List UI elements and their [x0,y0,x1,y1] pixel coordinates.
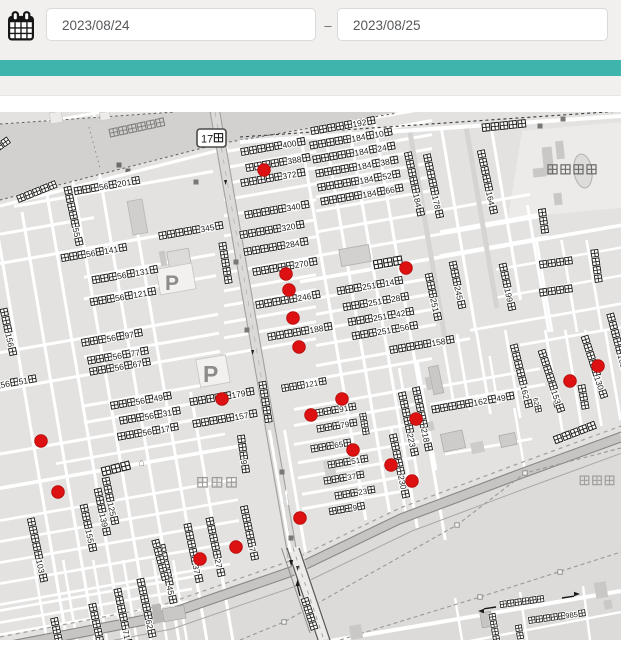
svg-text:⌂: ⌂ [138,457,145,469]
svg-text:17: 17 [160,423,171,435]
svg-text:51: 51 [18,375,29,387]
svg-text:52: 52 [381,170,392,182]
svg-text:49: 49 [153,392,164,404]
svg-text:71: 71 [121,629,133,640]
svg-text:56: 56 [106,332,117,344]
svg-text:10: 10 [373,128,384,140]
svg-text:42: 42 [395,308,406,320]
svg-text:56: 56 [135,395,146,407]
svg-text:49: 49 [495,392,506,404]
svg-text:14: 14 [384,277,395,289]
svg-text:P: P [165,272,179,295]
svg-text:67: 67 [132,358,143,370]
svg-text:24: 24 [376,142,387,154]
svg-text:97: 97 [124,329,135,341]
svg-text:56: 56 [114,361,125,373]
svg-text:56: 56 [112,350,123,362]
svg-text:56: 56 [142,426,153,438]
svg-text:38: 38 [379,156,390,168]
svg-text:56: 56 [116,270,127,282]
svg-text:P: P [203,361,218,387]
svg-text:985: 985 [565,610,579,621]
svg-text:56: 56 [399,322,410,334]
svg-text:17: 17 [201,134,213,146]
svg-text:77: 77 [130,347,141,359]
svg-text:28: 28 [390,293,401,305]
svg-text:56: 56 [85,248,96,260]
svg-text:56: 56 [98,181,109,193]
svg-text:56: 56 [114,292,125,304]
svg-text:31: 31 [162,407,173,419]
svg-text:66: 66 [384,184,395,196]
svg-text:56: 56 [144,410,155,422]
